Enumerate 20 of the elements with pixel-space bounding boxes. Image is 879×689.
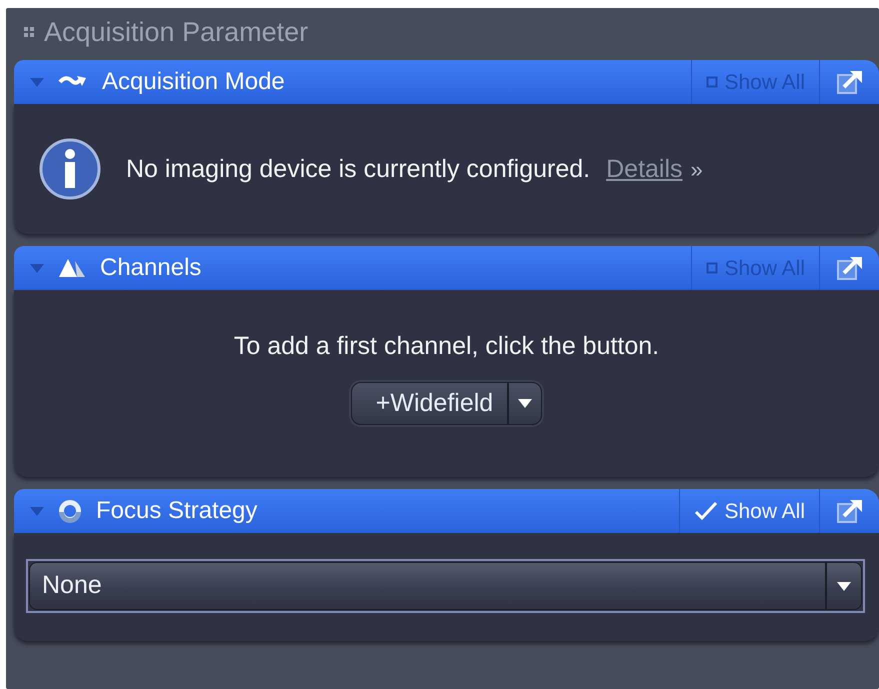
panel-title: Acquisition Parameter [44,16,308,48]
expand-toggle-icon[interactable] [30,264,44,273]
section-title: Focus Strategy [96,499,258,524]
checkmark-icon [694,501,718,522]
checkbox-icon [706,262,718,274]
expand-toggle-icon[interactable] [30,506,44,516]
info-message: No imaging device is currently configured. [126,154,590,185]
grip-icon[interactable] [24,27,34,38]
ring-icon [58,499,82,524]
checkbox-icon [706,76,718,88]
section-title: Acquisition Mode [102,70,285,94]
hint-text: To add a first channel, click the button. [234,331,660,362]
info-icon [38,137,102,202]
dropdown-field[interactable]: None [26,559,865,613]
expand-toggle-icon[interactable] [30,78,44,87]
peaks-icon [58,257,86,280]
section-title: Channels [100,256,202,280]
details-link[interactable]: Details [606,150,683,188]
details-chevron: » [690,156,703,184]
widefield-button[interactable]: +Widefield [352,382,508,424]
